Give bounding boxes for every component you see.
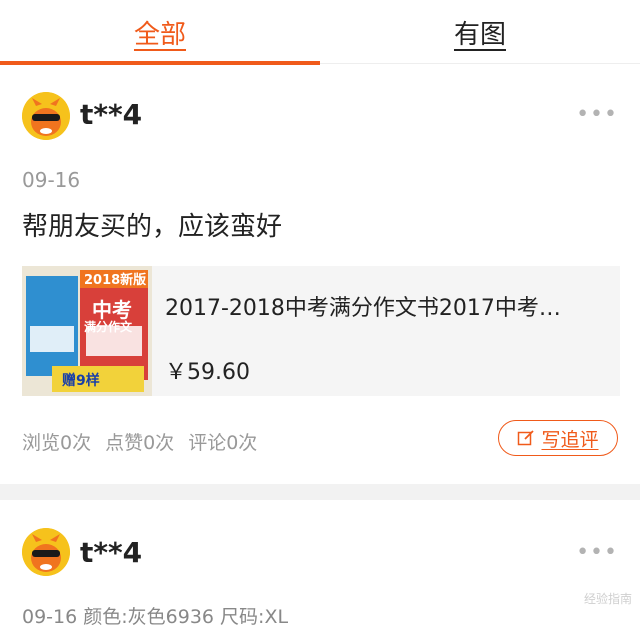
review-date: 09-16	[22, 168, 81, 192]
tab-all-label: 全部	[133, 19, 186, 50]
review-text: 帮朋友买的，应该蛮好	[22, 212, 283, 242]
watermark: 经验指南	[583, 592, 632, 606]
review-stats: 浏览0次 点赞0次 评论0次	[22, 428, 257, 455]
more-options-icon[interactable]: •••	[576, 540, 618, 565]
comments-count[interactable]: 评论0次	[188, 428, 257, 455]
review-date-spec: 09-16 颜色:灰色6936 尺码:XL	[22, 606, 289, 628]
thumb-gift-text: 赠9样	[62, 373, 100, 389]
product-link-card[interactable]: 2018新版 中考 满分作文 赠9样 2017-2018中考满分作文书2017中…	[22, 266, 620, 396]
tab-with-images-label: 有图	[453, 19, 506, 50]
product-thumbnail: 2018新版 中考 满分作文 赠9样	[22, 266, 152, 396]
reviewer-name[interactable]: t**4	[80, 98, 142, 131]
reviewer-name[interactable]: t**4	[80, 536, 142, 569]
write-follow-up-button[interactable]: 写追评	[498, 420, 618, 456]
views-count: 浏览0次	[22, 432, 92, 454]
tab-with-images[interactable]: 有图	[320, 0, 640, 64]
card-separator	[0, 484, 640, 500]
mascot-avatar-icon[interactable]	[22, 92, 70, 140]
review-card: t**4 ••• 09-16 帮朋友买的，应该蛮好 2018新版 中考 满分作文…	[0, 64, 640, 484]
more-options-icon[interactable]: •••	[576, 102, 618, 127]
tab-all[interactable]: 全部	[0, 0, 320, 65]
mascot-avatar-icon[interactable]	[22, 528, 70, 576]
review-filter-tabs: 全部 有图	[0, 0, 640, 65]
review-card: t**4 ••• 09-16 颜色:灰色6936 尺码:XL	[0, 500, 640, 640]
edit-icon	[517, 429, 535, 447]
write-follow-up-label: 写追评	[541, 428, 599, 451]
product-price: ￥59.60	[165, 360, 250, 385]
likes-count[interactable]: 点赞0次	[105, 428, 174, 455]
product-title: 2017-2018中考满分作文书2017中考…	[165, 296, 561, 321]
thumb-badge-text: 2018新版	[84, 273, 147, 288]
thumb-sub-text: 满分作文	[84, 320, 133, 334]
